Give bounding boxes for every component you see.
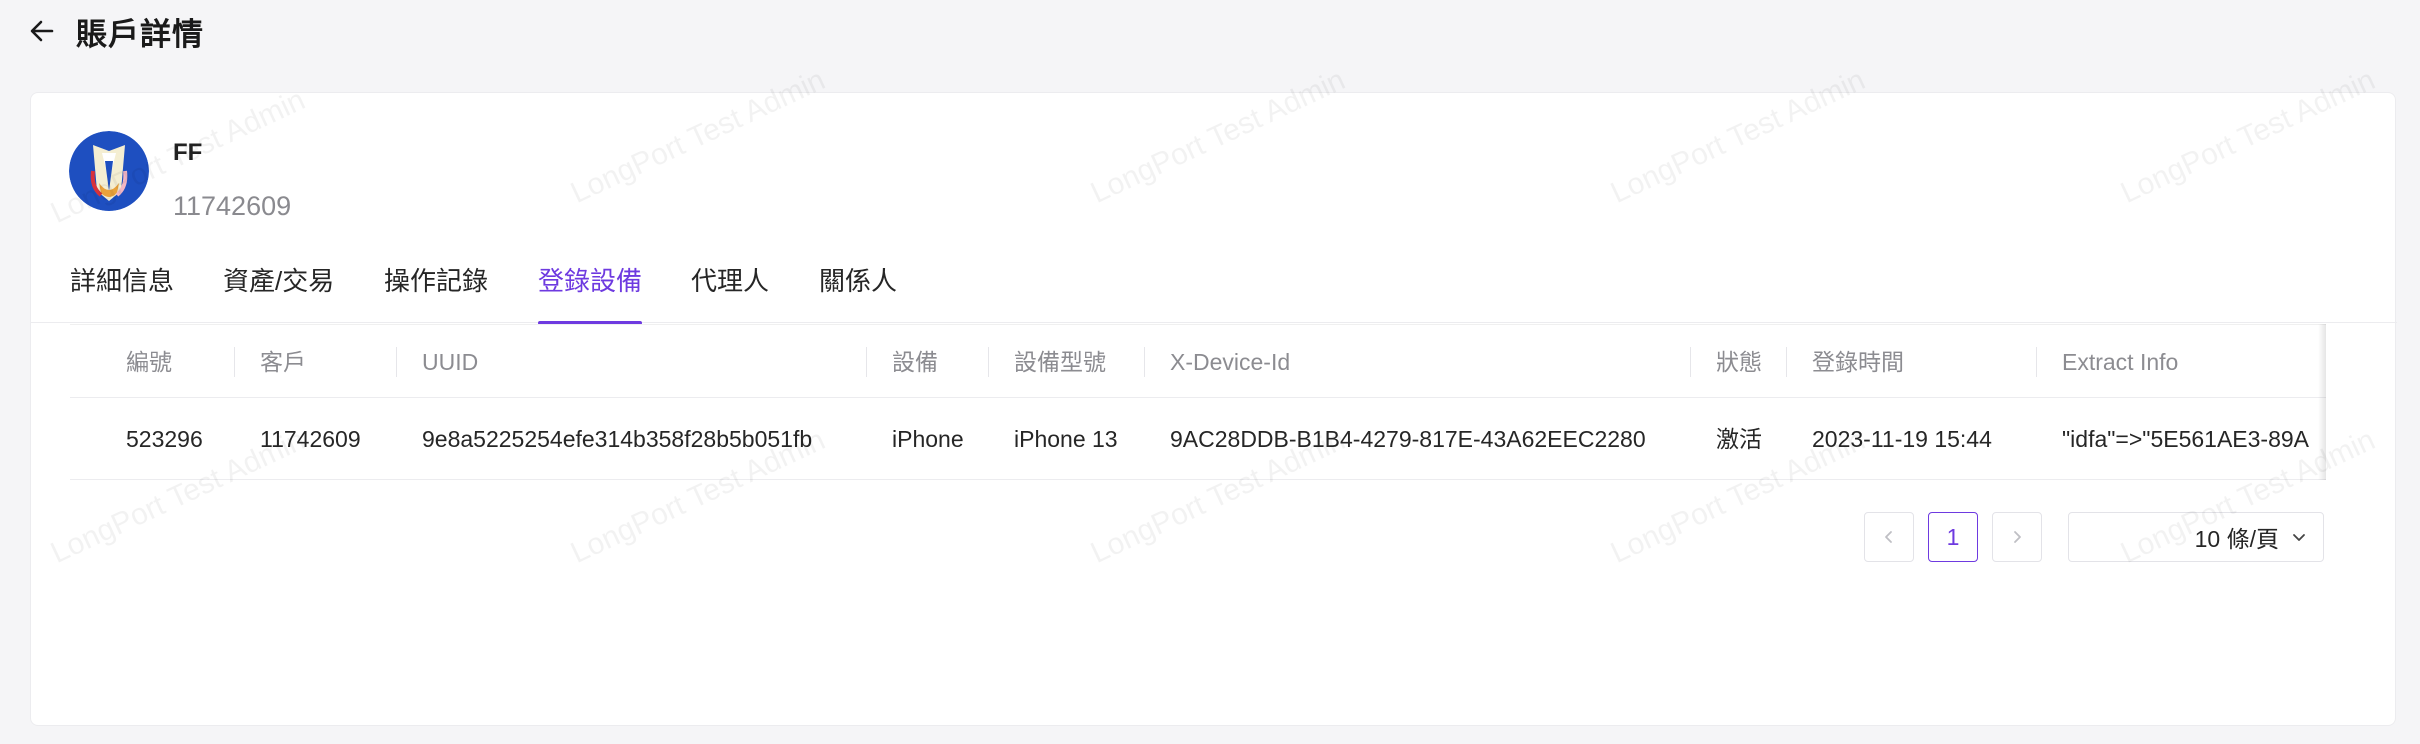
- back-arrow-icon[interactable]: [26, 15, 58, 47]
- page-number-button[interactable]: 1: [1928, 512, 1978, 562]
- column-header-extract-info: Extract Info: [2062, 349, 2179, 375]
- column-divider: [2036, 347, 2037, 377]
- column-header-client: 客戶: [260, 349, 306, 375]
- column-divider: [988, 347, 989, 377]
- tab-login-devices[interactable]: 登錄設備: [538, 261, 643, 325]
- cell-login-time: 2023-11-19 15:44: [1812, 426, 1992, 452]
- chevron-left-icon: [1885, 531, 1892, 543]
- page-title: 賬戶詳情: [76, 16, 204, 52]
- cell-id: 523296: [126, 426, 203, 452]
- column-divider: [866, 347, 867, 377]
- cell-extract-info: "idfa"=>"5E561AE3-89A: [2062, 426, 2310, 452]
- tab-details[interactable]: 詳細信息: [70, 261, 174, 323]
- chevron-right-icon: [2014, 531, 2021, 543]
- column-divider: [1786, 347, 1787, 377]
- column-header-uuid: UUID: [422, 349, 479, 375]
- column-header-device: 設備: [892, 349, 938, 375]
- account-name: FF: [173, 139, 203, 166]
- tab-bar: 詳細信息 資產/交易 操作記錄 登錄設備 代理人 關係人: [31, 261, 2397, 325]
- tab-operation-logs[interactable]: 操作記錄: [384, 261, 488, 323]
- next-page-button[interactable]: [1992, 512, 2042, 562]
- column-divider: [1144, 347, 1145, 377]
- tab-agents[interactable]: 代理人: [691, 261, 769, 323]
- page-size-select[interactable]: 10 條/頁: [2068, 512, 2324, 562]
- scroll-shadow: [2318, 324, 2326, 480]
- column-divider: [1690, 347, 1691, 377]
- tab-related-persons[interactable]: 關係人: [819, 261, 897, 323]
- column-divider: [234, 347, 235, 377]
- column-header-x-device-id: X-Device-Id: [1170, 349, 1291, 375]
- tab-assets-trades[interactable]: 資產/交易: [223, 261, 334, 323]
- cell-client: 11742609: [260, 426, 361, 452]
- cell-status: 激活: [1716, 426, 1762, 452]
- column-header-status: 狀態: [1716, 349, 1762, 375]
- table-header: 編號 客戶 UUID 設備 設備型號 X-Device-Id 狀態 登錄時間 E…: [70, 324, 2326, 398]
- cell-device: iPhone: [892, 426, 964, 452]
- column-header-id: 編號: [126, 349, 172, 375]
- prev-page-button[interactable]: [1864, 512, 1914, 562]
- table-row: 523296 11742609 9e8a5225254efe314b358f28…: [70, 398, 2326, 480]
- cell-x-device-id: 9AC28DDB-B1B4-4279-817E-43A62EEC2280: [1170, 426, 1646, 452]
- column-header-device-model: 設備型號: [1014, 349, 1106, 375]
- chevron-down-icon: [2293, 534, 2305, 541]
- cell-uuid: 9e8a5225254efe314b358f28b5b051fb: [422, 426, 813, 452]
- cell-device-model: iPhone 13: [1014, 426, 1118, 452]
- account-id: 11742609: [173, 191, 292, 221]
- avatar: [69, 131, 149, 211]
- column-divider: [396, 347, 397, 377]
- page-size-label: 10 條/頁: [2194, 526, 2279, 552]
- login-devices-table: 編號 客戶 UUID 設備 設備型號 X-Device-Id 狀態 登錄時間 E…: [70, 324, 2326, 480]
- column-header-login-time: 登錄時間: [1812, 349, 1904, 375]
- page-header: 賬戶詳情: [0, 0, 2420, 62]
